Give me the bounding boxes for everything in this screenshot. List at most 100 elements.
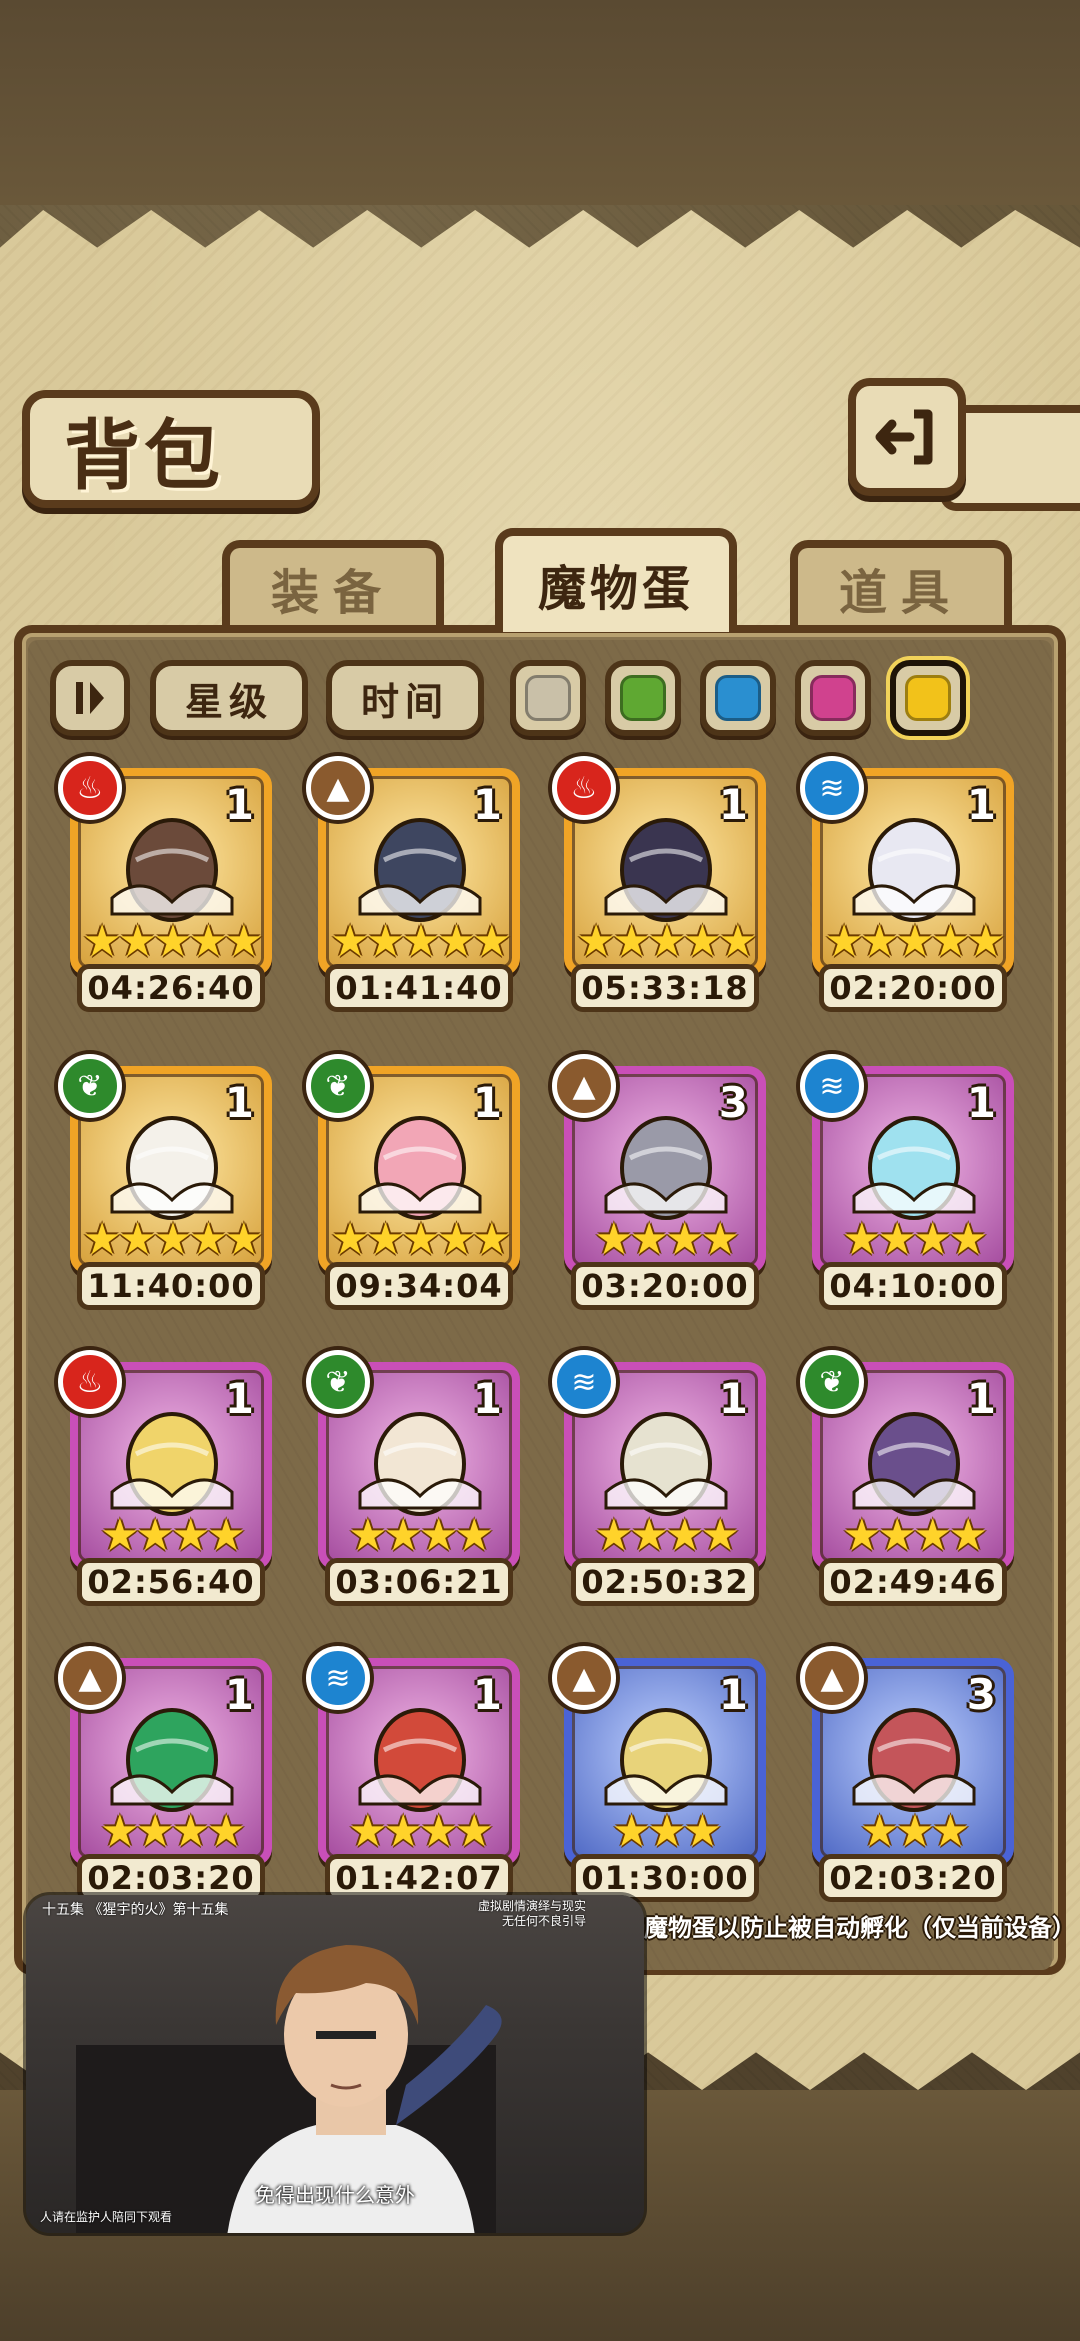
- egg-count: 1: [718, 780, 748, 829]
- grass-element-icon: ❦: [306, 1350, 370, 1414]
- video-disclaimer-line-1: 虚拟剧情演绎与现实: [477, 1899, 586, 1913]
- leaf-wing-egg-icon: [604, 1412, 728, 1516]
- green-orb-egg-icon: [110, 1708, 234, 1812]
- tab-equipment[interactable]: 装备: [222, 540, 444, 628]
- feather-crest-egg-icon: [358, 1708, 482, 1812]
- golden-armor-egg-icon: [110, 1412, 234, 1516]
- egg-count: 1: [224, 1374, 254, 1423]
- tab-monster-eggs-label: 魔物蛋: [537, 561, 694, 617]
- lock-egg-hint: 定魔物蛋以防止被自动孵化（仅当前设备）: [620, 1914, 1076, 1942]
- star-rating: ★★★★: [100, 1806, 246, 1857]
- earth-element-icon: ▲: [552, 1054, 616, 1118]
- tab-equipment-label: 装备: [270, 565, 395, 621]
- egg-count: 1: [224, 1078, 254, 1127]
- fire-element-icon: ♨: [58, 1350, 122, 1414]
- color-chip: [905, 675, 951, 721]
- feather-cross-egg-icon: [852, 818, 976, 922]
- demon-horn-egg-icon: [604, 818, 728, 922]
- sort-by-star-button[interactable]: 星级: [150, 660, 308, 736]
- hatch-timer: 02:03:20: [819, 1854, 1007, 1902]
- bird-egg-icon: [358, 1412, 482, 1516]
- video-subtitle: 免得出现什么意外: [255, 2183, 415, 2207]
- sort-order-button[interactable]: [50, 660, 130, 736]
- color-filter-swatch-2[interactable]: [605, 660, 681, 736]
- egg-count: 1: [966, 1374, 996, 1423]
- hatch-timer: 11:40:00: [77, 1262, 265, 1310]
- egg-count: 1: [718, 1374, 748, 1423]
- sort-by-star-label: 星级: [184, 679, 273, 724]
- egg-count: 1: [472, 780, 502, 829]
- egg-count: 1: [224, 1670, 254, 1719]
- cat-helmet-egg-icon: [852, 1708, 976, 1812]
- hatch-timer: 01:41:40: [325, 964, 513, 1012]
- earth-element-icon: ▲: [306, 756, 370, 820]
- return-arrow-icon: [875, 409, 933, 465]
- water-element-icon: ≋: [552, 1350, 616, 1414]
- hatch-timer: 03:06:21: [325, 1558, 513, 1606]
- butterfly-egg-icon: [852, 1412, 976, 1516]
- grass-element-icon: ❦: [58, 1054, 122, 1118]
- video-overlay[interactable]: 十五集 《猩宇的火》第十五集 虚拟剧情演绎与现实 无任何不良引导 免得出现什么意…: [26, 1895, 644, 2233]
- star-rating: ★★★★★: [82, 1214, 263, 1265]
- dark-fish-egg-icon: [358, 818, 482, 922]
- egg-count: 3: [718, 1078, 748, 1127]
- star-rating: ★★★★: [842, 1214, 988, 1265]
- pink-pig-egg-icon: [358, 1116, 482, 1220]
- egg-count: 1: [472, 1374, 502, 1423]
- star-rating: ★★★★: [594, 1214, 740, 1265]
- color-filter-swatch-3[interactable]: [700, 660, 776, 736]
- back-button[interactable]: [848, 378, 966, 496]
- star-rating: ★★★★★: [576, 916, 757, 967]
- color-chip: [620, 675, 666, 721]
- hatch-timer: 09:34:04: [325, 1262, 513, 1310]
- water-element-icon: ≋: [306, 1646, 370, 1710]
- angel-wing-egg-icon: [110, 1116, 234, 1220]
- star-rating: ★★★★: [348, 1806, 494, 1857]
- star-rating: ★★★★★: [330, 916, 511, 967]
- egg-count: 1: [966, 780, 996, 829]
- grass-element-icon: ❦: [800, 1350, 864, 1414]
- color-chip: [525, 675, 571, 721]
- star-rating: ★★★★: [348, 1510, 494, 1561]
- hatch-timer: 04:10:00: [819, 1262, 1007, 1310]
- hatch-timer: 04:26:40: [77, 964, 265, 1012]
- star-rating: ★★★★★: [330, 1214, 511, 1265]
- sort-by-time-label: 时间: [360, 679, 449, 724]
- video-disclaimer-line-2: 无任何不良引导: [501, 1914, 586, 1928]
- spotted-shell-egg-icon: [604, 1708, 728, 1812]
- hatch-timer: 02:56:40: [77, 1558, 265, 1606]
- egg-count: 3: [966, 1670, 996, 1719]
- page-title: 背包: [64, 411, 224, 500]
- video-disclaimer: 虚拟剧情演绎与现实 无任何不良引导: [478, 1899, 586, 1929]
- star-rating: ★★★★: [100, 1510, 246, 1561]
- egg-count: 1: [472, 1670, 502, 1719]
- tab-monster-eggs[interactable]: 魔物蛋: [495, 528, 737, 632]
- color-filter-swatch-4[interactable]: [795, 660, 871, 736]
- color-filter-swatch-5[interactable]: [890, 660, 966, 736]
- color-chip: [715, 675, 761, 721]
- earth-element-icon: ▲: [552, 1646, 616, 1710]
- top-map-band: [0, 0, 1080, 205]
- egg-count: 1: [718, 1670, 748, 1719]
- water-element-icon: ≋: [800, 1054, 864, 1118]
- video-episode-caption: 十五集 《猩宇的火》第十五集: [42, 1902, 229, 1918]
- star-rating: ★★★★★: [82, 916, 263, 967]
- sort-by-time-button[interactable]: 时间: [326, 660, 484, 736]
- color-chip: [810, 675, 856, 721]
- star-rating: ★★★★★: [824, 916, 1005, 967]
- earth-element-icon: ▲: [58, 1646, 122, 1710]
- star-rating: ★★★: [859, 1806, 970, 1857]
- sort-toggle-icon: [76, 682, 104, 714]
- tab-items-label: 道具: [838, 565, 963, 621]
- video-guardian-notice: 人请在监护人陪同下观看: [40, 2210, 173, 2224]
- tab-items[interactable]: 道具: [790, 540, 1012, 628]
- egg-count: 1: [224, 780, 254, 829]
- color-filter-swatch-1[interactable]: [510, 660, 586, 736]
- sword-egg-icon: [604, 1116, 728, 1220]
- fire-element-icon: ♨: [552, 756, 616, 820]
- water-slime-egg-icon: [852, 1116, 976, 1220]
- egg-count: 1: [472, 1078, 502, 1127]
- star-rating: ★★★★: [842, 1510, 988, 1561]
- star-rating: ★★★: [611, 1806, 722, 1857]
- water-element-icon: ≋: [800, 756, 864, 820]
